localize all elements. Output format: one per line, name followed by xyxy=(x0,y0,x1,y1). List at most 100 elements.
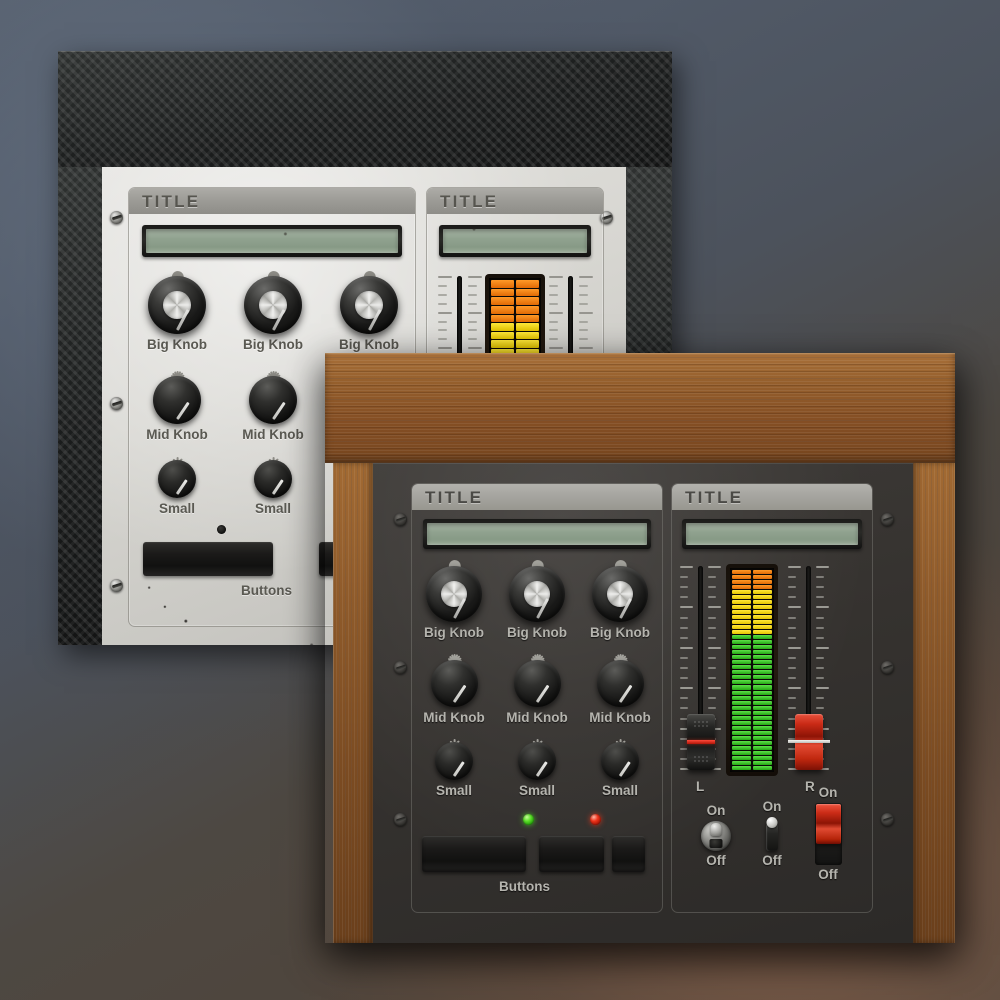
fader-scale-tick xyxy=(816,646,829,649)
back-big-knob-2[interactable]: Big Knob xyxy=(237,270,309,352)
front-big-knob-1[interactable]: Big Knob xyxy=(419,559,489,640)
knob-body[interactable] xyxy=(592,566,648,622)
back-button-1[interactable] xyxy=(143,542,273,576)
back-left-display-glass xyxy=(146,229,398,253)
front-switch-slide[interactable]: On Off xyxy=(798,786,858,881)
fader-scale-tick xyxy=(788,646,801,649)
fader-scale-tick xyxy=(680,616,689,619)
front-switch-round-on-label: On xyxy=(706,803,726,818)
meter-segment xyxy=(732,680,751,685)
knob-body[interactable] xyxy=(601,742,639,780)
fader-scale-tick xyxy=(680,636,689,639)
meter-segment xyxy=(753,715,772,720)
meter-segment xyxy=(753,755,772,760)
meter-segment xyxy=(732,665,751,670)
fader-scale-tick xyxy=(708,687,721,690)
stick-toggle-icon[interactable] xyxy=(765,816,779,851)
round-toggle-icon[interactable] xyxy=(701,820,731,851)
fader-grip xyxy=(693,755,709,764)
back-mid-knob-2[interactable]: Mid Knob xyxy=(241,370,305,442)
front-small-knob-3[interactable]: Small xyxy=(594,738,646,798)
knob-body[interactable] xyxy=(340,276,398,334)
front-small-knob-2[interactable]: Small xyxy=(511,738,563,798)
meter-segment xyxy=(491,288,514,297)
back-buttons-label: Buttons xyxy=(241,583,292,598)
front-switch-stick[interactable]: On Off xyxy=(742,800,802,867)
slide-switch-icon[interactable] xyxy=(814,802,842,865)
meter-segment xyxy=(753,680,772,685)
knob-body[interactable] xyxy=(244,276,302,334)
back-small-knob-1[interactable]: Small xyxy=(151,456,203,516)
meter-segment xyxy=(732,574,751,579)
meter-segment xyxy=(732,610,751,615)
meter-segment xyxy=(732,594,751,599)
meter-segment xyxy=(732,715,751,720)
meter-segment xyxy=(732,740,751,745)
front-button-2[interactable] xyxy=(539,836,604,872)
front-fader-left-cap[interactable] xyxy=(687,714,715,770)
fader-scale-tick xyxy=(549,311,563,314)
front-fader-right-cap[interactable] xyxy=(788,714,830,770)
meter-segment xyxy=(732,589,751,594)
knob-body[interactable] xyxy=(426,566,482,622)
knob-body[interactable] xyxy=(518,742,556,780)
screw xyxy=(110,579,123,592)
front-big-knob-3[interactable]: Big Knob xyxy=(585,559,655,640)
front-right-module: TITLE L R On Off On Off On Off xyxy=(671,483,873,913)
meter-segment xyxy=(732,760,751,765)
front-big-knob-2[interactable]: Big Knob xyxy=(502,559,572,640)
fader-scale-tick xyxy=(680,626,689,629)
front-meter-column-left xyxy=(732,569,751,770)
knob-body[interactable] xyxy=(153,376,201,424)
knob-body[interactable] xyxy=(148,276,206,334)
knob-body[interactable] xyxy=(249,376,297,424)
fader-scale-tick xyxy=(468,276,482,278)
meter-segment xyxy=(753,685,772,690)
front-mid-knob-2[interactable]: Mid Knob xyxy=(506,654,568,725)
front-rack-unit: TITLE Big Knob Big Knob Big Knob Mid Kno… xyxy=(325,353,955,943)
back-unit-top-rail xyxy=(58,51,672,167)
meter-segment xyxy=(753,670,772,675)
back-left-module-title: TITLE xyxy=(142,191,201,211)
front-switch-round[interactable]: On Off xyxy=(686,804,746,867)
screw xyxy=(394,661,407,674)
fader-scale-tick xyxy=(708,566,721,568)
meter-segment xyxy=(491,297,514,305)
knob-body[interactable] xyxy=(513,660,561,707)
meter-segment xyxy=(753,584,772,589)
fader-scale-tick xyxy=(788,626,797,629)
front-left-display[interactable] xyxy=(423,519,651,549)
front-right-display[interactable] xyxy=(682,519,862,549)
front-small-knob-1[interactable]: Small xyxy=(428,738,480,798)
front-mid-knob-1[interactable]: Mid Knob xyxy=(423,654,485,725)
back-left-display[interactable] xyxy=(142,225,402,257)
knob-body[interactable] xyxy=(596,660,644,707)
knob-body[interactable] xyxy=(435,742,473,780)
back-big-knob-1[interactable]: Big Knob xyxy=(141,270,213,352)
meter-segment xyxy=(753,750,772,755)
fader-scale-tick xyxy=(680,576,689,579)
knob-body[interactable] xyxy=(254,460,292,498)
knob-body[interactable] xyxy=(430,660,478,707)
back-mid-knob-1[interactable]: Mid Knob xyxy=(145,370,209,442)
fader-scale-tick xyxy=(549,329,559,332)
front-button-3[interactable] xyxy=(612,836,645,872)
knob-body[interactable] xyxy=(509,566,565,622)
meter-segment xyxy=(753,675,772,680)
knob-body[interactable] xyxy=(158,460,196,498)
front-button-led-green xyxy=(523,814,534,825)
front-left-module: TITLE Big Knob Big Knob Big Knob Mid Kno… xyxy=(411,483,663,913)
front-mid-knob-3[interactable]: Mid Knob xyxy=(589,654,651,725)
fader-scale-tick xyxy=(788,586,797,589)
back-right-display[interactable] xyxy=(439,225,591,257)
fader-scale-tick xyxy=(549,320,559,323)
fader-scale-tick xyxy=(708,576,717,579)
fader-scale-tick xyxy=(816,677,825,680)
fader-scale-tick xyxy=(816,576,825,579)
meter-segment xyxy=(753,645,772,650)
front-button-1[interactable] xyxy=(422,836,526,872)
fader-scale-tick xyxy=(708,606,721,609)
fader-scale-tick xyxy=(708,616,717,619)
back-big-knob-3[interactable]: Big Knob xyxy=(333,270,405,352)
back-small-knob-2[interactable]: Small xyxy=(247,456,299,516)
